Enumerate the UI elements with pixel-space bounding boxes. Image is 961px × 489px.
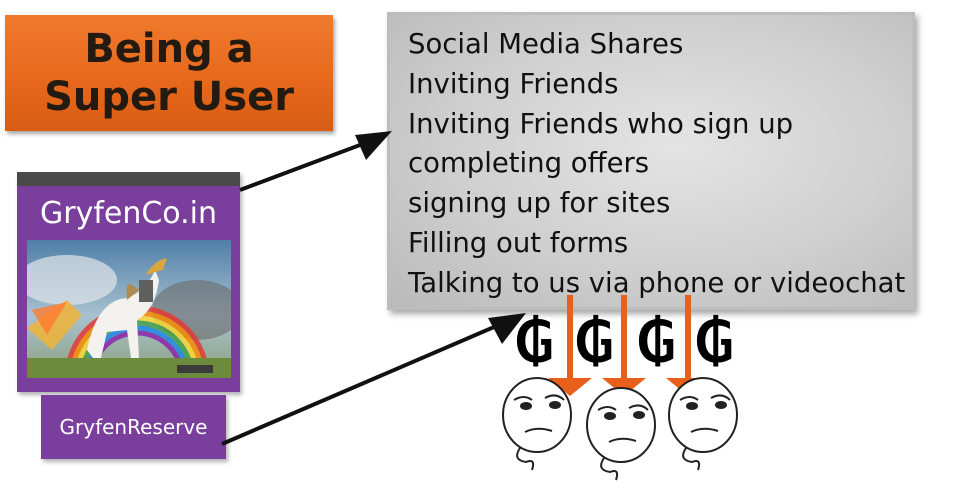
svg-text:₲: ₲	[636, 308, 676, 376]
orange-arrow-shaft	[567, 295, 573, 380]
orange-arrow-shaft	[621, 295, 627, 380]
svg-text:₲: ₲	[694, 308, 734, 376]
currency-symbol-icon: ₲	[694, 308, 734, 376]
svg-text:₲: ₲	[574, 308, 614, 376]
orange-arrow-shaft	[685, 295, 691, 380]
thinking-face-icon	[502, 377, 572, 471]
orange-arrows	[548, 295, 710, 396]
currency-symbol-icon: ₲	[574, 308, 614, 376]
thinking-face-icon	[668, 377, 738, 471]
arrow-reserve-to-panel	[221, 316, 516, 446]
currency-symbol-icon: ₲	[514, 308, 554, 376]
currency-symbol-icon: ₲	[636, 308, 676, 376]
arrow-head-top	[355, 131, 392, 160]
svg-text:₲: ₲	[514, 308, 554, 376]
diagram-overlay: ₲ ₲ ₲ ₲	[221, 131, 738, 481]
thinking-face-icon	[586, 387, 656, 481]
